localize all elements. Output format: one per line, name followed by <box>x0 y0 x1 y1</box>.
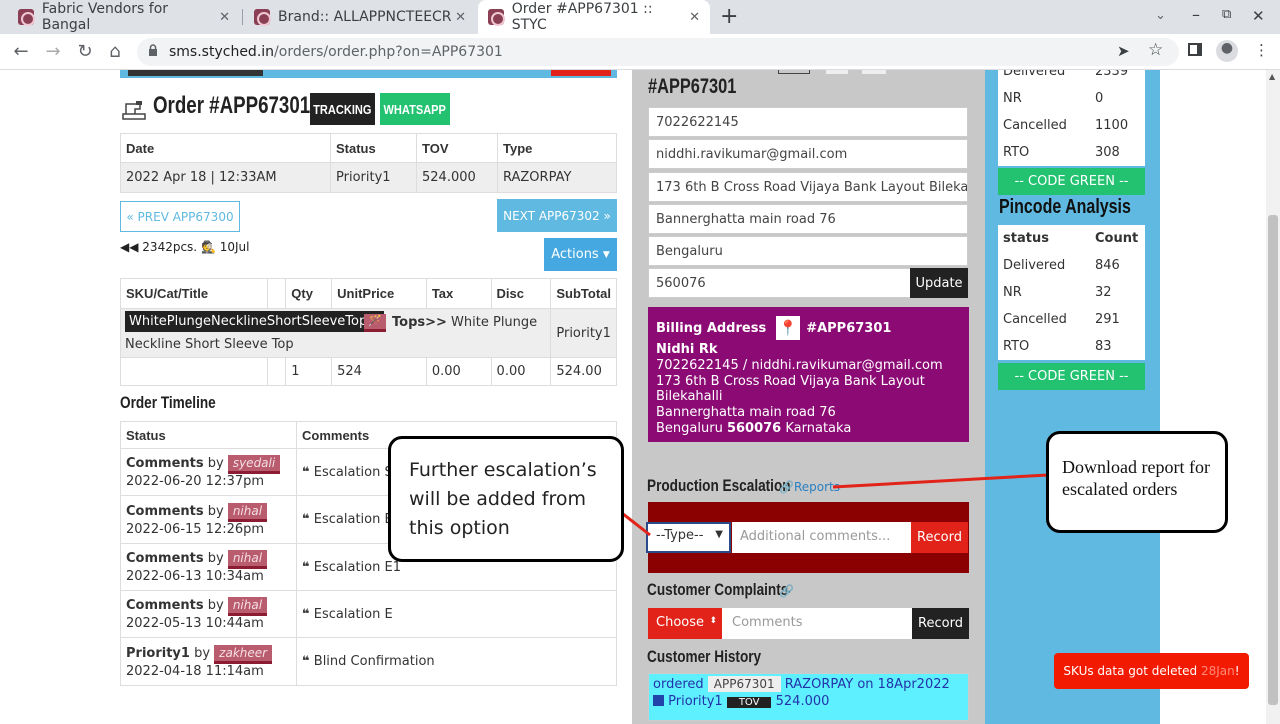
lock-icon <box>148 44 158 56</box>
share-icon[interactable]: ➤ <box>1117 42 1130 60</box>
profile-avatar-icon[interactable]: ● <box>1216 40 1238 62</box>
close-icon[interactable]: ✕ <box>689 10 700 25</box>
reload-icon[interactable]: ↻ <box>74 41 96 62</box>
forward-icon[interactable]: → <box>42 41 64 62</box>
favicon-icon <box>488 9 505 26</box>
close-window-icon[interactable]: ✕ <box>1252 7 1265 25</box>
close-icon[interactable]: ✕ <box>455 10 466 25</box>
favicon-icon <box>254 9 271 26</box>
escalation-callout: Further escalation’s will be added from … <box>388 436 624 562</box>
address-bar-row: ← → ↻ ⌂ sms.styched.in/orders/order.php?… <box>0 34 1280 70</box>
close-icon[interactable]: ✕ <box>219 10 230 25</box>
minimize-icon[interactable]: – <box>1192 5 1200 24</box>
side-panel-icon[interactable] <box>1188 43 1202 56</box>
reports-callout: Download report for escalated orders <box>1046 431 1228 533</box>
bookmark-star-icon[interactable]: ☆ <box>1148 40 1163 60</box>
tab-fabric-vendors[interactable]: Fabric Vendors for Bangal ✕ <box>8 0 240 34</box>
tab-bar: Fabric Vendors for Bangal ✕ Brand:: ALLA… <box>0 0 1280 34</box>
favicon-icon <box>18 9 35 26</box>
restore-icon[interactable]: ⧉ <box>1222 7 1231 22</box>
home-icon[interactable]: ⌂ <box>104 41 126 62</box>
tab-brand[interactable]: Brand:: ALLAPPNCTEECR ✕ <box>244 0 476 34</box>
tab-search-icon[interactable]: ⌄ <box>1155 8 1166 23</box>
page-content: ▲ Order #APP67301 TRACKING WHATSAPP Date… <box>0 70 1280 724</box>
new-tab-icon[interactable]: + <box>720 4 738 29</box>
url-input[interactable]: sms.styched.in/orders/order.php?on=APP67… <box>137 38 1179 66</box>
menu-icon[interactable]: ⋮ <box>1254 41 1269 59</box>
callout-arrows <box>617 473 1049 537</box>
back-icon[interactable]: ← <box>10 41 32 62</box>
tab-order[interactable]: Order #APP67301 :: STYC ✕ <box>478 0 710 34</box>
